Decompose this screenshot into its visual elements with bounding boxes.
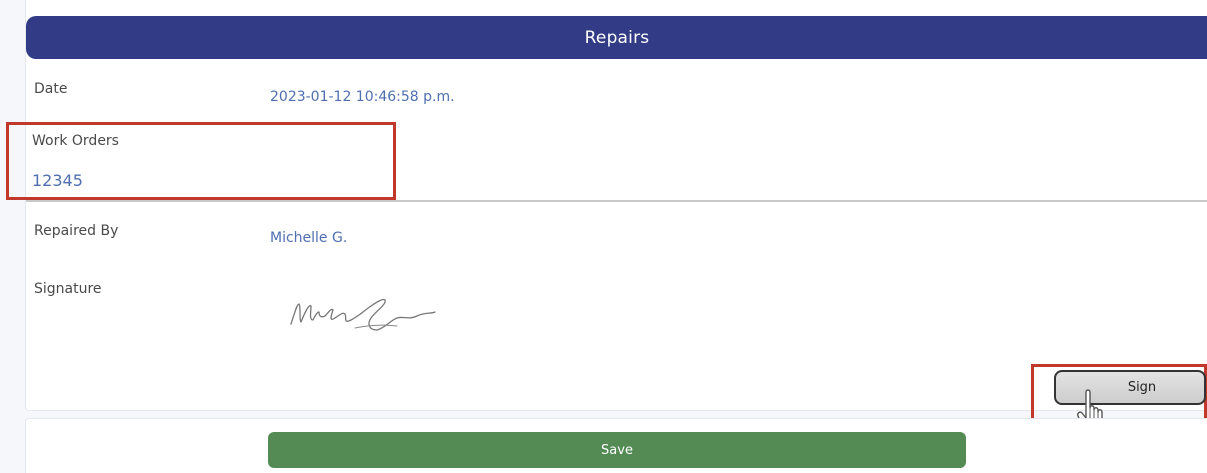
save-button[interactable]: Save xyxy=(268,432,966,468)
work-orders-label: Work Orders xyxy=(32,133,119,149)
signature-image xyxy=(290,298,436,331)
date-label: Date xyxy=(34,81,68,97)
work-orders-input[interactable]: 12345 xyxy=(32,171,83,190)
repairs-form-card: Repairs Date 2023-01-12 10:46:58 p.m. Wo… xyxy=(25,0,1207,411)
section-title: Repairs xyxy=(584,27,650,48)
date-value: 2023-01-12 10:46:58 p.m. xyxy=(270,89,455,105)
repaired-by-value: Michelle G. xyxy=(270,230,348,246)
divider xyxy=(26,200,1207,202)
repairs-page: Repairs Date 2023-01-12 10:46:58 p.m. Wo… xyxy=(0,0,1207,473)
signature-label: Signature xyxy=(34,281,102,297)
repaired-by-label: Repaired By xyxy=(34,223,119,239)
section-header: Repairs xyxy=(26,16,1207,59)
